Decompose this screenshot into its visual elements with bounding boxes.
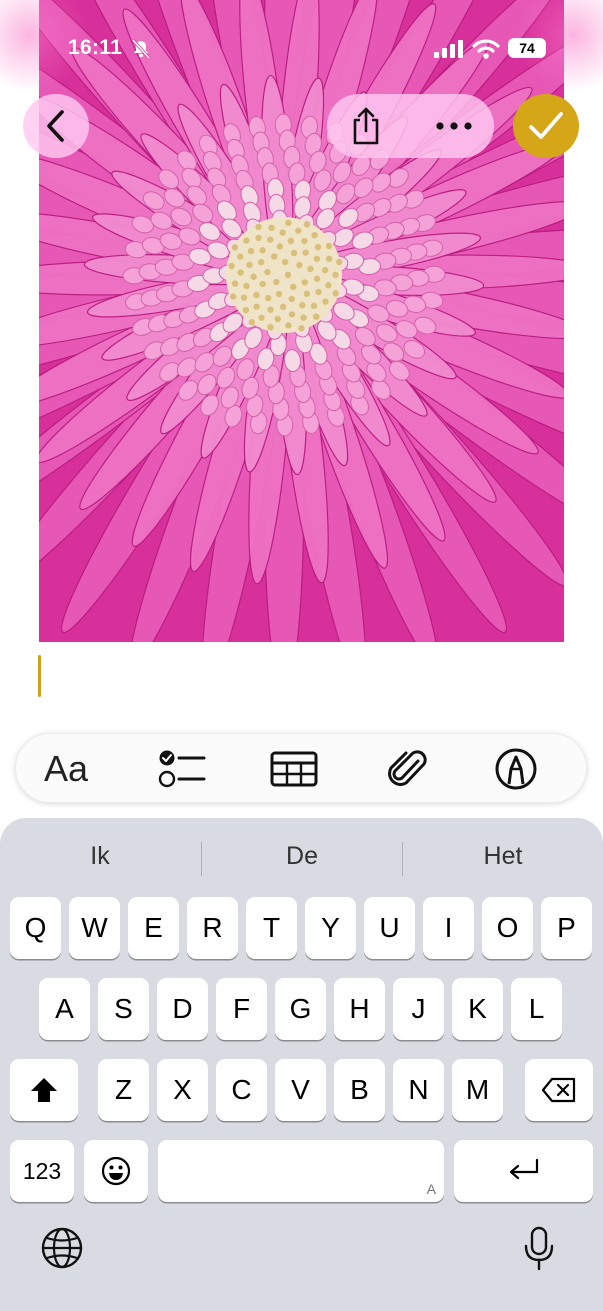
table-button[interactable] — [264, 742, 324, 796]
checkmark-icon — [529, 112, 563, 139]
emoji-key[interactable] — [84, 1140, 148, 1202]
suggestion-item[interactable]: Het — [403, 830, 603, 882]
pen-circle-icon — [495, 748, 537, 790]
attached-photo[interactable] — [39, 0, 564, 642]
suggestion-item[interactable]: Ik — [0, 830, 200, 882]
key-h[interactable]: H — [334, 978, 385, 1040]
key-s[interactable]: S — [98, 978, 149, 1040]
key-b[interactable]: B — [334, 1059, 385, 1121]
back-button[interactable] — [23, 94, 89, 158]
globe-icon — [41, 1227, 83, 1269]
key-j[interactable]: J — [393, 978, 444, 1040]
checklist-button[interactable] — [152, 742, 212, 796]
bell-slash-icon — [130, 38, 152, 65]
globe-key[interactable] — [40, 1226, 84, 1275]
key-p[interactable]: P — [541, 897, 592, 959]
wifi-icon — [472, 38, 500, 65]
delete-backward-icon — [541, 1077, 576, 1103]
cellular-signal-icon — [434, 40, 464, 63]
key-d[interactable]: D — [157, 978, 208, 1040]
dictation-key[interactable] — [522, 1226, 556, 1277]
battery-indicator: 74 — [508, 38, 546, 58]
note-actions-group — [327, 94, 494, 158]
key-f[interactable]: F — [216, 978, 267, 1040]
key-m[interactable]: M — [452, 1059, 503, 1121]
key-e[interactable]: E — [128, 897, 179, 959]
key-l[interactable]: L — [511, 978, 562, 1040]
key-v[interactable]: V — [275, 1059, 326, 1121]
done-button[interactable] — [513, 94, 579, 158]
suggestion-item[interactable]: De — [202, 830, 402, 882]
key-k[interactable]: K — [452, 978, 503, 1040]
shift-key[interactable] — [10, 1059, 78, 1121]
delete-key[interactable] — [525, 1059, 593, 1121]
chevron-left-icon — [47, 110, 64, 142]
table-icon — [270, 751, 318, 787]
emoji-icon — [101, 1156, 131, 1186]
more-options-button[interactable] — [427, 106, 481, 146]
text-cursor[interactable] — [38, 655, 41, 697]
key-y[interactable]: Y — [305, 897, 356, 959]
key-a[interactable]: A — [39, 978, 90, 1040]
key-n[interactable]: N — [393, 1059, 444, 1121]
checklist-icon — [158, 750, 206, 788]
key-u[interactable]: U — [364, 897, 415, 959]
return-icon — [509, 1158, 538, 1180]
key-t[interactable]: T — [246, 897, 297, 959]
markup-button[interactable] — [486, 742, 546, 796]
attachment-button[interactable] — [378, 742, 438, 796]
suggestion-bar: Ik De Het — [0, 830, 603, 882]
key-w[interactable]: W — [69, 897, 120, 959]
formatting-toolbar: Aa — [15, 733, 587, 803]
key-r[interactable]: R — [187, 897, 238, 959]
space-key[interactable]: A — [158, 1140, 444, 1202]
key-q[interactable]: Q — [10, 897, 61, 959]
paperclip-icon — [388, 750, 427, 786]
key-z[interactable]: Z — [98, 1059, 149, 1121]
key-g[interactable]: G — [275, 978, 326, 1040]
ellipsis-icon — [436, 122, 472, 130]
key-c[interactable]: C — [216, 1059, 267, 1121]
key-x[interactable]: X — [157, 1059, 208, 1121]
key-o[interactable]: O — [482, 897, 533, 959]
status-time: 16:11 — [68, 36, 123, 59]
numbers-key[interactable]: 123 — [10, 1140, 74, 1202]
key-i[interactable]: I — [423, 897, 474, 959]
return-key[interactable] — [454, 1140, 593, 1202]
shift-icon — [31, 1078, 57, 1102]
share-button[interactable] — [345, 106, 387, 146]
microphone-icon — [524, 1226, 554, 1271]
flower-image — [39, 0, 564, 642]
share-icon — [353, 107, 379, 145]
text-format-button[interactable]: Aa — [36, 742, 96, 796]
space-key-hint: A — [426, 1181, 436, 1197]
